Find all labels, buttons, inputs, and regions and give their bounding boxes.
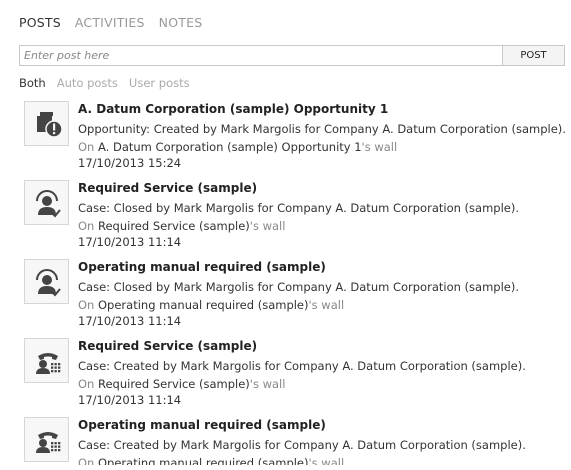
post-timestamp: 17/10/2013 11:14 — [78, 235, 182, 249]
post-description: Case: Created by Mark Margolis for Compa… — [78, 438, 526, 452]
on-label: On — [78, 219, 95, 233]
post-wall-line: On Required Service (sample)'s wall — [78, 217, 568, 235]
post-title[interactable]: Operating manual required (sample) — [78, 260, 568, 278]
tab-notes[interactable]: NOTES — [159, 15, 203, 30]
post-wall-line: On Operating manual required (sample)'s … — [78, 296, 568, 314]
wall-link[interactable]: Operating manual required (sample) — [98, 456, 309, 465]
post-timestamp: 17/10/2013 11:14 — [78, 314, 182, 328]
post-input[interactable] — [19, 45, 502, 66]
wall-suffix: 's wall — [249, 377, 286, 391]
feed-item: Operating manual required (sample) Case:… — [24, 253, 564, 333]
on-label: On — [78, 377, 95, 391]
post-title[interactable]: Required Service (sample) — [78, 339, 568, 357]
case-resolved-icon — [24, 259, 69, 304]
post-wall-line: On Required Service (sample)'s wall — [78, 375, 568, 393]
post-wall-line: On A. Datum Corporation (sample) Opportu… — [78, 138, 568, 156]
post-filter-bar: Both Auto posts User posts — [19, 76, 190, 90]
feed-item: Required Service (sample) Case: Closed b… — [24, 174, 564, 254]
filter-both[interactable]: Both — [19, 76, 46, 90]
phone-case-icon — [24, 417, 69, 462]
opportunity-alert-icon — [24, 101, 69, 146]
post-composer: POST — [19, 45, 565, 66]
post-description: Case: Created by Mark Margolis for Compa… — [78, 359, 526, 373]
post-title[interactable]: A. Datum Corporation (sample) Opportunit… — [78, 102, 568, 120]
wall-link[interactable]: Operating manual required (sample) — [98, 298, 309, 312]
post-timestamp: 17/10/2013 15:24 — [78, 156, 182, 170]
feed-item: Required Service (sample) Case: Created … — [24, 332, 564, 412]
tab-posts[interactable]: POSTS — [19, 15, 61, 30]
post-timestamp: 17/10/2013 11:14 — [78, 393, 182, 407]
post-description: Case: Closed by Mark Margolis for Compan… — [78, 201, 519, 215]
on-label: On — [78, 298, 95, 312]
feed-item: A. Datum Corporation (sample) Opportunit… — [24, 95, 566, 175]
wall-suffix: 's wall — [361, 140, 398, 154]
case-resolved-icon — [24, 180, 69, 225]
post-description: Case: Closed by Mark Margolis for Compan… — [78, 280, 519, 294]
tab-activities[interactable]: ACTIVITIES — [75, 15, 145, 30]
post-feed: A. Datum Corporation (sample) Opportunit… — [0, 95, 571, 465]
on-label: On — [78, 140, 95, 154]
wall-link[interactable]: A. Datum Corporation (sample) Opportunit… — [98, 140, 362, 154]
wall-link[interactable]: Required Service (sample) — [98, 219, 250, 233]
feed-item: Operating manual required (sample) Case:… — [24, 411, 564, 465]
filter-user-posts[interactable]: User posts — [129, 76, 190, 90]
wall-suffix: 's wall — [308, 298, 345, 312]
tab-bar: POSTS ACTIVITIES NOTES — [19, 15, 202, 30]
wall-link[interactable]: Required Service (sample) — [98, 377, 250, 391]
post-description: Opportunity: Created by Mark Margolis fo… — [78, 122, 566, 136]
wall-suffix: 's wall — [308, 456, 345, 465]
post-button[interactable]: POST — [502, 45, 565, 66]
wall-suffix: 's wall — [249, 219, 286, 233]
post-title[interactable]: Operating manual required (sample) — [78, 418, 568, 436]
phone-case-icon — [24, 338, 69, 383]
on-label: On — [78, 456, 95, 465]
post-wall-line: On Operating manual required (sample)'s … — [78, 454, 568, 465]
post-title[interactable]: Required Service (sample) — [78, 181, 568, 199]
filter-auto-posts[interactable]: Auto posts — [57, 76, 118, 90]
